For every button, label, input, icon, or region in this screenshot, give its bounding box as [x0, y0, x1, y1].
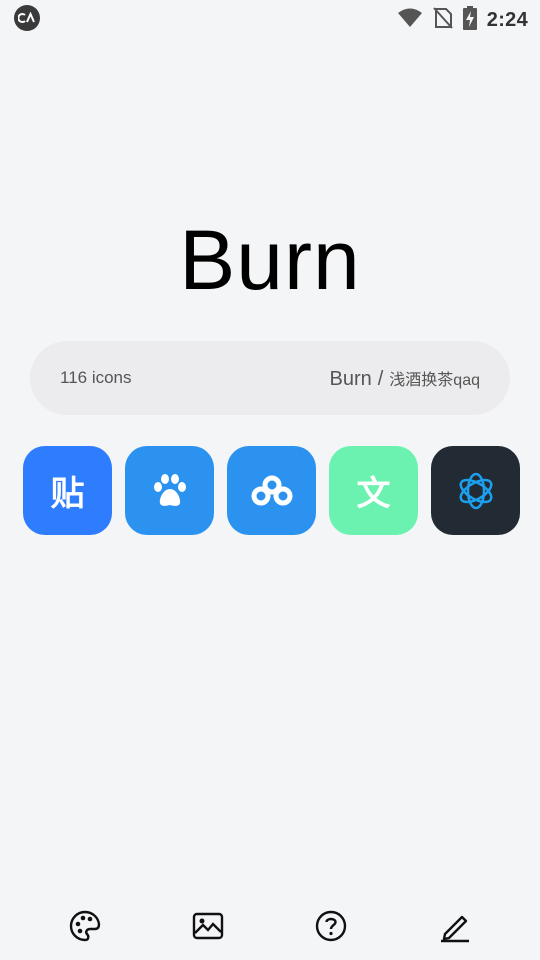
app-notification-icon [14, 5, 40, 31]
wifi-icon [397, 8, 423, 33]
page-title: Burn [179, 213, 361, 307]
icon-preview-row: 贴 文 [23, 446, 520, 535]
icon-count: 116 icons [60, 368, 132, 387]
battle-net-icon[interactable] [431, 446, 520, 535]
image-icon[interactable] [190, 908, 226, 944]
icon-pack-info: 116 icons Burn / 浅酒换茶qaq [30, 341, 510, 415]
baidu-paw-icon[interactable] [125, 446, 214, 535]
cloud-drive-icon[interactable] [227, 446, 316, 535]
no-sim-icon [433, 7, 453, 34]
translate-glyph: 文 [356, 475, 391, 513]
translate-wen-icon[interactable]: 文 [329, 446, 418, 535]
tieba-glyph: 贴 [50, 475, 85, 513]
separator: / [377, 367, 384, 390]
edit-pencil-icon[interactable] [437, 908, 473, 944]
status-time: 2:24 [486, 9, 528, 31]
pack-name: Burn [329, 367, 372, 390]
battery-charging-icon [462, 6, 477, 35]
credit: Burn / 浅酒换茶qaq [329, 366, 480, 391]
tieba-icon[interactable]: 贴 [23, 446, 112, 535]
bottom-nav [0, 898, 540, 958]
status-bar: 2:24 [0, 0, 540, 36]
help-icon[interactable] [313, 908, 349, 944]
palette-icon[interactable] [67, 908, 103, 944]
author-name: 浅酒换茶qaq [389, 371, 480, 389]
